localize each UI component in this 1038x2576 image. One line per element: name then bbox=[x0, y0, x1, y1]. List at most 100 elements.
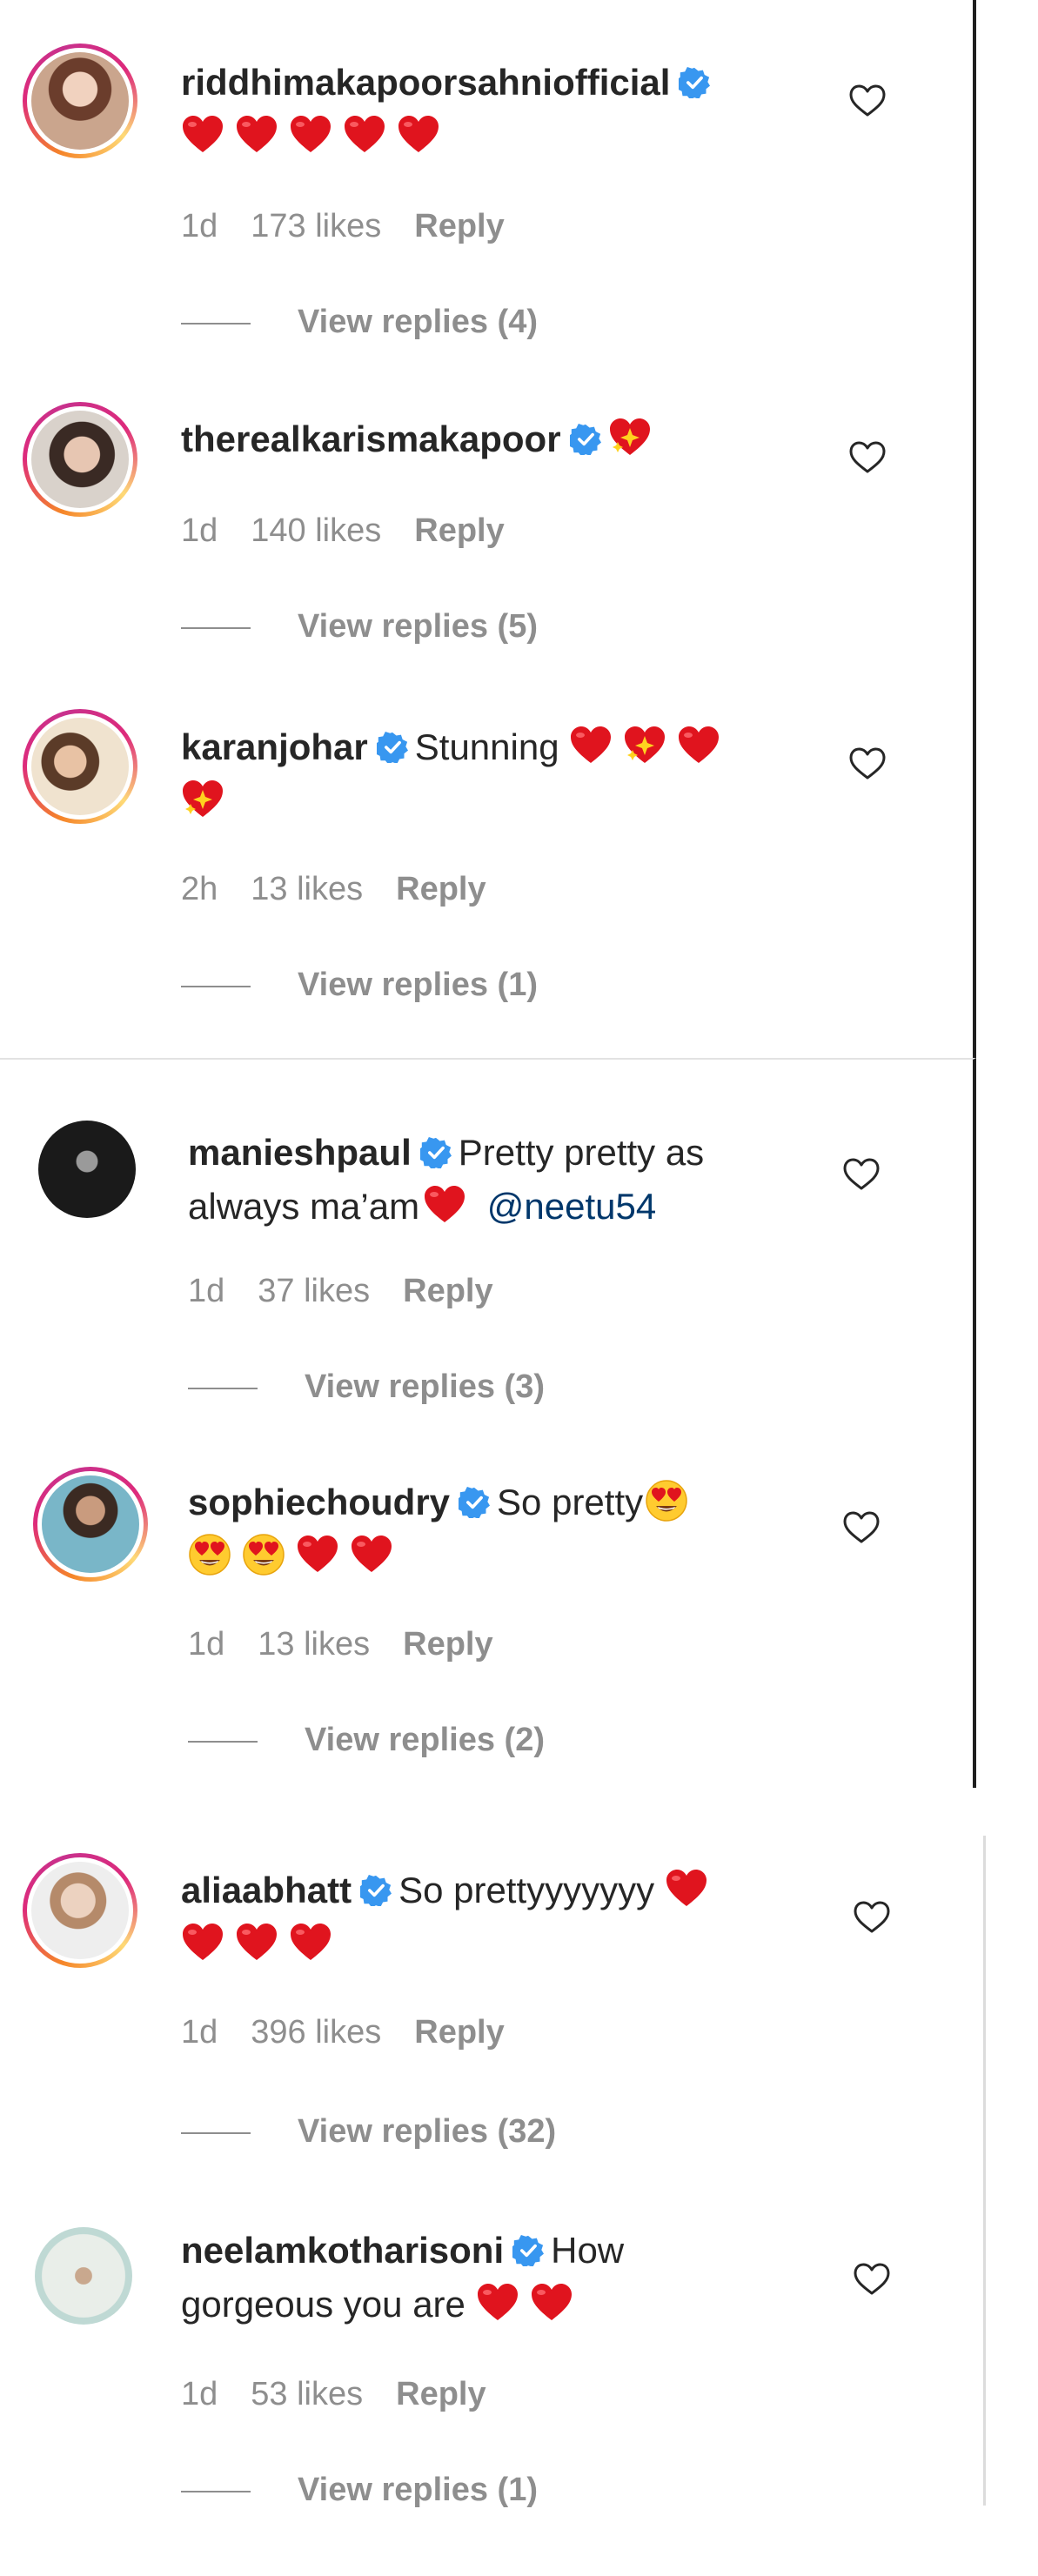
comment-time: 2h bbox=[181, 871, 218, 907]
username[interactable]: therealkarismakapoor bbox=[181, 418, 561, 459]
comment-text: So pretty bbox=[497, 1482, 644, 1522]
verified-badge-icon bbox=[360, 1875, 392, 1906]
comment-time: 1d bbox=[181, 2014, 218, 2051]
avatar[interactable] bbox=[38, 1121, 136, 1218]
comment-text: So prettyyyyyyy bbox=[398, 1870, 655, 1910]
username[interactable]: neelamkotharisoni bbox=[181, 2230, 504, 2271]
comment-text-line1: How bbox=[551, 2230, 625, 2271]
verified-badge-icon bbox=[512, 2235, 544, 2266]
username[interactable]: riddhimakapoorsahniofficial bbox=[181, 62, 670, 103]
like-heart-icon[interactable] bbox=[848, 746, 887, 781]
red-heart-emoji-icon bbox=[397, 113, 440, 157]
mention-link[interactable]: @neetu54 bbox=[487, 1186, 656, 1227]
reply-button[interactable]: Reply bbox=[414, 512, 504, 549]
red-heart-emoji-icon bbox=[235, 113, 278, 157]
comment-time: 1d bbox=[188, 1626, 225, 1663]
avatar-photo bbox=[31, 718, 129, 815]
like-heart-icon[interactable] bbox=[853, 1900, 891, 1935]
red-heart-emoji-icon bbox=[350, 1533, 393, 1576]
verified-badge-icon bbox=[570, 424, 601, 455]
comment-text-line2: gorgeous you are bbox=[181, 2284, 465, 2325]
view-replies-button[interactable]: View replies (5) bbox=[181, 607, 538, 646]
red-heart-emoji-icon bbox=[343, 113, 386, 157]
username[interactable]: manieshpaul bbox=[188, 1132, 412, 1173]
comment-time: 1d bbox=[181, 2376, 218, 2412]
like-heart-icon[interactable] bbox=[842, 1157, 881, 1192]
likes-count[interactable]: 13 likes bbox=[251, 871, 363, 907]
comments-panel-1: riddhimakapoorsahniofficial 1d 173 likes R… bbox=[0, 0, 976, 1058]
replies-divider bbox=[181, 626, 251, 629]
sparkling-heart-emoji-icon bbox=[623, 724, 666, 767]
likes-count[interactable]: 13 likes bbox=[258, 1626, 370, 1663]
heart-eyes-emoji-icon bbox=[645, 1479, 688, 1522]
heart-eyes-emoji-icon bbox=[242, 1533, 285, 1576]
red-heart-emoji-icon bbox=[289, 113, 332, 157]
sparkling-heart-emoji-icon bbox=[181, 778, 224, 821]
red-heart-emoji-icon bbox=[677, 724, 720, 767]
username[interactable]: aliaabhatt bbox=[181, 1870, 352, 1910]
verified-badge-icon bbox=[377, 732, 408, 763]
replies-divider bbox=[181, 985, 251, 987]
red-heart-emoji-icon bbox=[289, 1921, 332, 1964]
comments-panel-2: manieshpaul Pretty pretty as always ma’am… bbox=[0, 1058, 976, 1788]
avatar-photo bbox=[31, 1862, 129, 1959]
avatar[interactable] bbox=[23, 402, 137, 517]
likes-count[interactable]: 396 likes bbox=[251, 2014, 381, 2051]
reply-button[interactable]: Reply bbox=[414, 208, 504, 244]
red-heart-emoji-icon bbox=[181, 1921, 224, 1964]
reply-button[interactable]: Reply bbox=[396, 871, 486, 907]
red-heart-emoji-icon bbox=[569, 724, 613, 767]
replies-divider bbox=[181, 322, 251, 325]
avatar[interactable] bbox=[23, 43, 137, 158]
sparkling-heart-emoji-icon bbox=[608, 416, 652, 459]
username[interactable]: sophiechoudry bbox=[188, 1482, 450, 1522]
username[interactable]: karanjohar bbox=[181, 726, 368, 767]
comment-time: 1d bbox=[181, 208, 218, 244]
red-heart-emoji-icon bbox=[665, 1867, 708, 1910]
like-heart-icon[interactable] bbox=[848, 84, 887, 118]
verified-badge-icon bbox=[679, 67, 710, 98]
replies-divider bbox=[181, 2131, 251, 2134]
reply-button[interactable]: Reply bbox=[396, 2376, 486, 2412]
view-replies-button[interactable]: View replies (3) bbox=[188, 1368, 545, 1406]
avatar[interactable] bbox=[35, 2227, 132, 2325]
view-replies-button[interactable]: View replies (32) bbox=[181, 2112, 556, 2151]
avatar-photo bbox=[35, 2227, 132, 2325]
reply-button[interactable]: Reply bbox=[403, 1626, 492, 1663]
avatar-photo bbox=[42, 1475, 139, 1573]
verified-badge-icon bbox=[459, 1487, 490, 1518]
verified-badge-icon bbox=[420, 1137, 452, 1168]
avatar[interactable] bbox=[23, 1853, 137, 1968]
avatar[interactable] bbox=[33, 1467, 148, 1582]
replies-divider bbox=[188, 1740, 258, 1743]
red-heart-emoji-icon bbox=[530, 2281, 573, 2325]
reply-button[interactable]: Reply bbox=[403, 1273, 492, 1309]
heart-eyes-emoji-icon bbox=[188, 1533, 231, 1576]
likes-count[interactable]: 37 likes bbox=[258, 1273, 370, 1309]
avatar-photo bbox=[31, 52, 129, 150]
reply-button[interactable]: Reply bbox=[414, 2014, 504, 2051]
likes-count[interactable]: 53 likes bbox=[251, 2376, 363, 2412]
likes-count[interactable]: 173 likes bbox=[251, 208, 381, 244]
red-heart-emoji-icon bbox=[235, 1921, 278, 1964]
comments-panel-3: aliaabhatt So prettyyyyyyy 1d 396 likes Rep… bbox=[0, 1836, 986, 2509]
view-replies-button[interactable]: View replies (1) bbox=[181, 966, 538, 1004]
view-replies-button[interactable]: View replies (1) bbox=[181, 2471, 538, 2509]
view-replies-button[interactable]: View replies (4) bbox=[181, 303, 538, 341]
red-heart-emoji-icon bbox=[181, 113, 224, 157]
avatar[interactable] bbox=[23, 709, 137, 824]
replies-divider bbox=[181, 2490, 251, 2492]
comment-text-line2: always ma’am bbox=[188, 1186, 420, 1227]
avatar-photo bbox=[38, 1121, 136, 1218]
view-replies-button[interactable]: View replies (2) bbox=[188, 1721, 545, 1759]
comment-text-line1: Pretty pretty as bbox=[458, 1132, 705, 1173]
like-heart-icon[interactable] bbox=[853, 2262, 891, 2297]
comment-time: 1d bbox=[188, 1273, 225, 1309]
likes-count[interactable]: 140 likes bbox=[251, 512, 381, 549]
replies-divider bbox=[188, 1387, 258, 1389]
red-heart-emoji-icon bbox=[423, 1183, 466, 1227]
red-heart-emoji-icon bbox=[296, 1533, 339, 1576]
comment-text: Stunning bbox=[414, 726, 559, 767]
like-heart-icon[interactable] bbox=[842, 1510, 881, 1545]
like-heart-icon[interactable] bbox=[848, 440, 887, 475]
